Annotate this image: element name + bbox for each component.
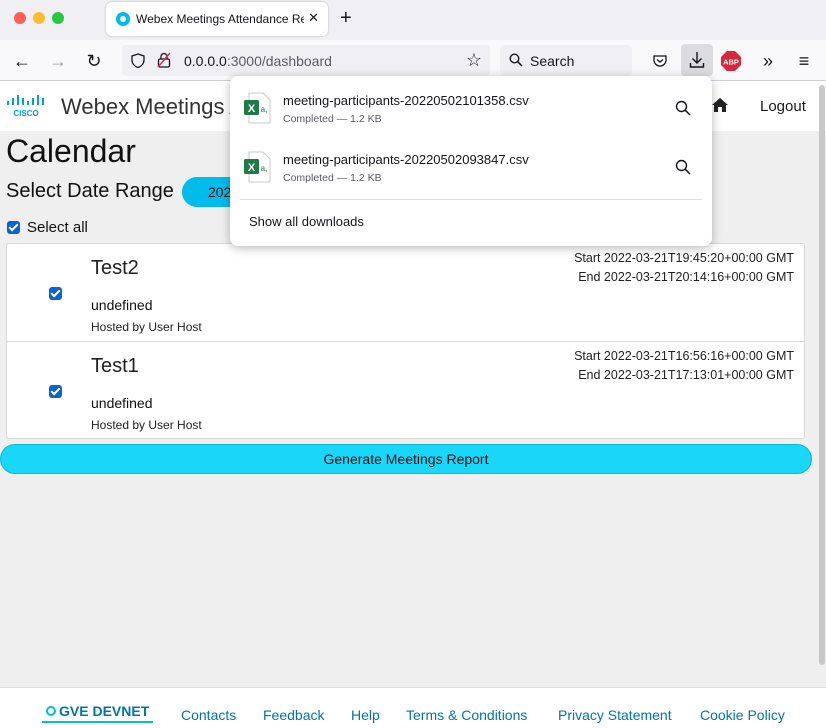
hamburger-menu-icon[interactable]: ≡	[791, 48, 817, 74]
svg-text:ABP: ABP	[723, 58, 739, 67]
back-button[interactable]: ←	[9, 48, 35, 74]
page-title: Calendar	[6, 133, 136, 169]
svg-text:CISCO: CISCO	[13, 109, 38, 118]
insecure-lock-icon[interactable]	[157, 52, 171, 68]
cisco-logo-icon: CISCO	[7, 95, 44, 118]
gve-logo-text: GVE DEVNET	[59, 703, 150, 719]
download-filename: meeting-participants-20220502101358.csv	[283, 93, 529, 108]
meeting-card: Test1 undefined Hosted by User Host Star…	[7, 342, 804, 438]
footer-link-cookie-policy[interactable]: Cookie Policy	[700, 707, 785, 723]
meeting-title: Test1	[91, 355, 139, 377]
svg-text:a,: a,	[261, 164, 268, 173]
footer-link-feedback[interactable]: Feedback	[263, 707, 324, 723]
scrollbar-thumb[interactable]	[819, 85, 825, 665]
tab-close-icon[interactable]: ✕	[308, 10, 319, 26]
show-in-folder-icon[interactable]	[675, 100, 691, 116]
meeting-host: Hosted by User Host	[91, 418, 202, 432]
date-range-label: Select Date Range	[6, 180, 174, 202]
meeting-card: Test2 undefined Hosted by User Host Star…	[7, 244, 804, 342]
footer-link-help[interactable]: Help	[351, 707, 380, 723]
svg-text:X: X	[248, 162, 256, 174]
download-filename: meeting-participants-20220502093847.csv	[283, 152, 529, 167]
meeting-checkbox[interactable]	[49, 287, 62, 300]
footer-link-contacts[interactable]: Contacts	[181, 707, 236, 723]
gve-devnet-logo[interactable]: GVE DEVNET	[42, 701, 154, 723]
url-bar[interactable]: 0.0.0.0:3000/dashboard ☆	[122, 45, 490, 76]
download-item[interactable]: X a, meeting-participants-20220502093847…	[230, 139, 712, 198]
page-scrollbar[interactable]	[818, 81, 826, 669]
reload-button[interactable]: ↻	[81, 48, 107, 74]
adblock-plus-icon[interactable]: ABP	[720, 50, 742, 72]
webex-favicon-icon	[116, 12, 130, 26]
window-minimize-button[interactable]	[33, 12, 45, 24]
select-all-label: Select all	[27, 219, 88, 236]
download-item[interactable]: X a, meeting-participants-20220502101358…	[230, 80, 712, 139]
meeting-end-time: End 2022-03-21T20:14:16+00:00 GMT	[578, 270, 794, 284]
meeting-title: Test2	[91, 257, 139, 279]
download-status: Completed — 1.2 KB	[283, 113, 382, 125]
meeting-checkbox[interactable]	[49, 385, 62, 398]
select-all-control[interactable]: Select all	[7, 219, 88, 236]
meeting-start-time: Start 2022-03-21T19:45:20+00:00 GMT	[574, 251, 794, 265]
bookmark-star-icon[interactable]: ☆	[466, 50, 482, 71]
meeting-description: undefined	[91, 297, 153, 313]
browser-tab[interactable]: Webex Meetings Attendance Re ✕	[106, 2, 328, 36]
new-tab-button[interactable]: +	[340, 7, 352, 30]
tracking-shield-icon[interactable]	[131, 53, 145, 68]
url-path: :3000/dashboard	[226, 53, 332, 69]
window-maximize-button[interactable]	[52, 12, 64, 24]
downloads-button[interactable]	[681, 44, 713, 76]
generate-report-button[interactable]: Generate Meetings Report	[0, 444, 812, 474]
logout-link[interactable]: Logout	[760, 98, 806, 115]
downloads-panel: X a, meeting-participants-20220502101358…	[230, 76, 712, 246]
pocket-icon[interactable]	[647, 48, 673, 74]
show-in-folder-icon[interactable]	[675, 159, 691, 175]
svg-text:a,: a,	[261, 105, 268, 114]
meeting-end-time: End 2022-03-21T17:13:01+00:00 GMT	[578, 368, 794, 382]
svg-text:X: X	[248, 103, 256, 115]
footer: GVE DEVNET Contacts Feedback Help Terms …	[0, 687, 826, 728]
url-text[interactable]: 0.0.0.0:3000/dashboard	[184, 53, 332, 69]
meeting-start-time: Start 2022-03-21T16:56:16+00:00 GMT	[574, 349, 794, 363]
window-close-button[interactable]	[14, 12, 26, 24]
divider	[240, 199, 702, 200]
forward-button[interactable]: →	[45, 48, 71, 74]
home-icon[interactable]	[711, 97, 729, 113]
meeting-list: Test2 undefined Hosted by User Host Star…	[6, 243, 805, 439]
meeting-host: Hosted by User Host	[91, 320, 202, 334]
excel-file-icon: X a,	[244, 151, 271, 183]
search-placeholder: Search	[530, 53, 575, 69]
overflow-menu-icon[interactable]: »	[755, 48, 781, 74]
tab-title: Webex Meetings Attendance Re	[136, 12, 304, 26]
footer-link-terms[interactable]: Terms & Conditions	[406, 707, 527, 723]
show-all-downloads-button[interactable]: Show all downloads	[249, 214, 364, 229]
download-status: Completed — 1.2 KB	[283, 172, 382, 184]
select-all-checkbox[interactable]	[7, 221, 20, 234]
url-host: 0.0.0.0	[184, 53, 227, 69]
gve-logo-icon	[46, 706, 56, 716]
footer-link-privacy[interactable]: Privacy Statement	[558, 707, 672, 723]
browser-tabbar: Webex Meetings Attendance Re ✕ +	[0, 0, 826, 40]
meeting-description: undefined	[91, 395, 153, 411]
search-input[interactable]: Search	[500, 45, 632, 76]
search-icon	[509, 53, 523, 67]
browser-navbar: ← → ↻ 0.0.0.0:3000/dashboard ☆ Search AB…	[0, 40, 826, 81]
excel-file-icon: X a,	[244, 92, 271, 124]
app-title: Webex Meetings A	[61, 94, 245, 119]
